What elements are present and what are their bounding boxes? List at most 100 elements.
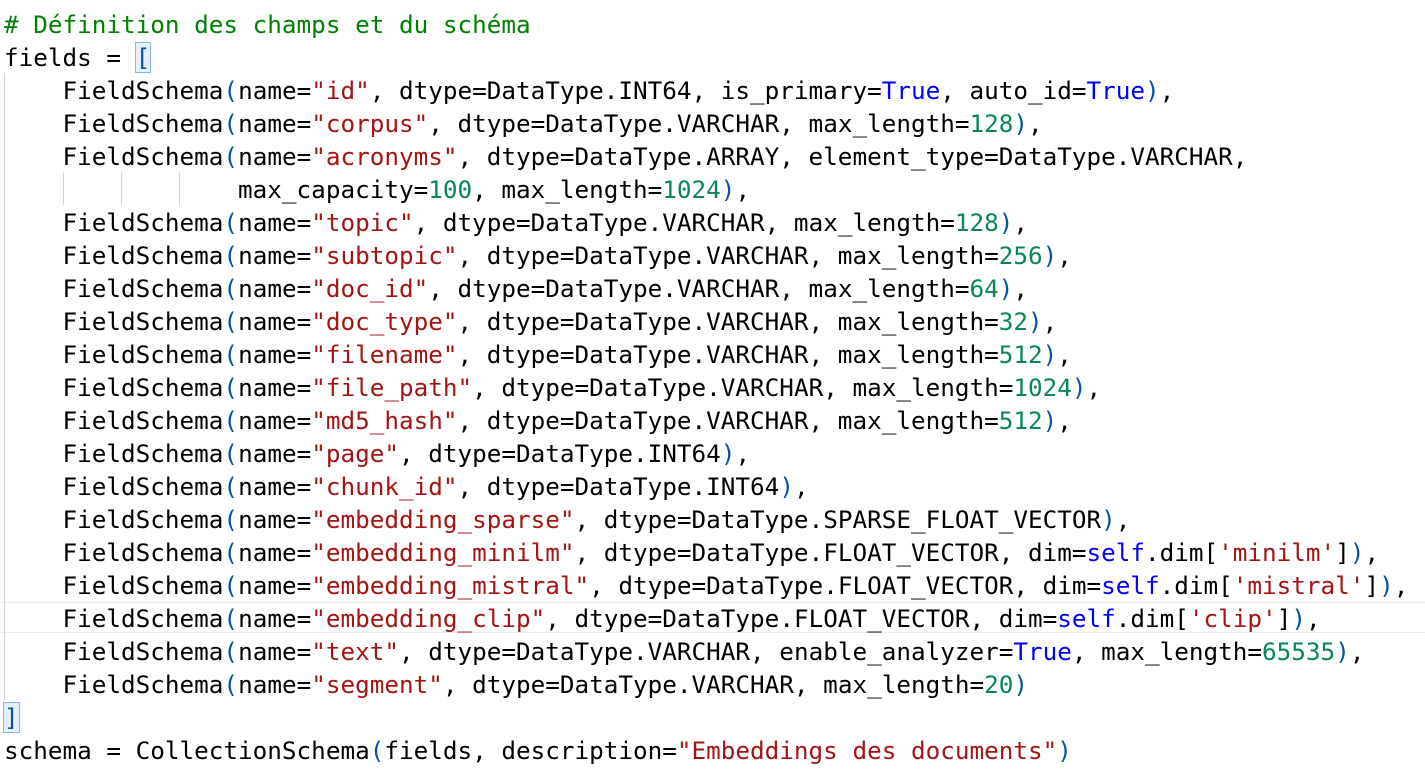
code-token: .dim[ — [1145, 538, 1219, 567]
code-token: ( — [223, 76, 239, 105]
code-token: "doc_id" — [311, 274, 429, 303]
code-token: ( — [223, 241, 239, 270]
code-token: "chunk_id" — [311, 472, 458, 501]
code-token: , — [1086, 373, 1102, 402]
code-token: ( — [223, 571, 239, 600]
code-token: ) — [1379, 571, 1394, 600]
code-token: , dtype=DataType.VARCHAR, max_length= — [457, 406, 999, 435]
code-token: FieldSchema — [4, 406, 224, 435]
code-token: FieldSchema — [4, 637, 224, 666]
code-token: True — [881, 76, 941, 105]
code-line: FieldSchema(name="md5_hash", dtype=DataT… — [4, 404, 1072, 437]
code-token: ) — [720, 439, 736, 468]
code-token: "subtopic" — [311, 241, 458, 270]
code-token: FieldSchema — [4, 307, 224, 336]
matched-bracket: [ — [134, 42, 152, 73]
code-token: FieldSchema — [4, 373, 224, 402]
code-token: "file_path" — [311, 373, 473, 402]
code-token: FieldSchema — [4, 472, 224, 501]
code-line: FieldSchema(name="text", dtype=DataType.… — [4, 635, 1365, 668]
code-token: , dtype=DataType.FLOAT_VECTOR, dim= — [545, 604, 1058, 633]
code-token: ) — [1013, 109, 1029, 138]
code-token: , — [1305, 604, 1321, 633]
code-token: ] — [1276, 604, 1292, 633]
code-token: 128 — [969, 109, 1014, 138]
code-token: , dtype=DataType.VARCHAR, max_length= — [413, 208, 955, 237]
code-token: ) — [1042, 340, 1058, 369]
code-token: FieldSchema — [4, 439, 224, 468]
code-token: "md5_hash" — [311, 406, 458, 435]
code-token: name= — [238, 373, 312, 402]
code-token: "embedding_clip" — [311, 604, 546, 633]
matched-bracket: ] — [3, 702, 20, 733]
code-token: name= — [238, 76, 312, 105]
code-token: , — [1393, 571, 1409, 600]
code-token: ( — [223, 307, 239, 336]
code-token: name= — [238, 670, 312, 699]
code-token: name= — [238, 274, 312, 303]
code-line: FieldSchema(name="filename", dtype=DataT… — [4, 338, 1072, 371]
code-token: # Définition des champs et du schéma — [4, 10, 531, 39]
code-editor[interactable]: # Définition des champs et du schéma fiel… — [0, 0, 1425, 772]
code-token: name= — [238, 307, 312, 336]
code-token: , — [1057, 241, 1072, 270]
code-token: ) — [998, 274, 1014, 303]
code-token: max_capacity= — [4, 175, 429, 204]
code-line: FieldSchema(name="embedding_clip", dtype… — [4, 602, 1321, 635]
code-token: 20 — [984, 670, 1014, 699]
code-token: , dtype=DataType.VARCHAR, max_length= — [472, 373, 1014, 402]
code-token: 512 — [998, 340, 1043, 369]
code-token: 100 — [428, 175, 473, 204]
code-token: FieldSchema — [4, 241, 224, 270]
code-token: self — [1101, 571, 1160, 600]
code-token: name= — [238, 340, 312, 369]
code-token: , dtype=DataType.FLOAT_VECTOR, dim= — [589, 571, 1102, 600]
code-token: ( — [223, 373, 239, 402]
code-token: name= — [238, 505, 312, 534]
code-token: FieldSchema — [4, 274, 224, 303]
code-token: ) — [1013, 670, 1029, 699]
code-token: ) — [1057, 736, 1072, 765]
code-token: , max_length= — [1071, 637, 1263, 666]
code-line: max_capacity=100, max_length=1024), — [4, 173, 750, 206]
code-token: name= — [238, 208, 312, 237]
code-token: FieldSchema — [4, 538, 224, 567]
code-token: 1024 — [1013, 373, 1072, 402]
code-token: , dtype=DataType.VARCHAR, enable_analyze… — [398, 637, 1014, 666]
code-token: ) — [779, 472, 794, 501]
code-token: "Embeddings des documents" — [676, 736, 1058, 765]
code-line: FieldSchema(name="chunk_id", dtype=DataT… — [4, 470, 809, 503]
code-line: FieldSchema(name="doc_id", dtype=DataTyp… — [4, 272, 1029, 305]
code-token: ] — [1335, 538, 1350, 567]
code-token: , — [735, 175, 751, 204]
code-token: FieldSchema — [4, 76, 224, 105]
code-token: "text" — [311, 637, 399, 666]
code-token: , — [793, 472, 809, 501]
code-token: ) — [720, 175, 736, 204]
code-token: ) — [1291, 604, 1306, 633]
code-token: ) — [1335, 637, 1350, 666]
code-token: "embedding_mistral" — [311, 571, 590, 600]
code-token: , — [1042, 307, 1058, 336]
code-token: FieldSchema — [4, 142, 224, 171]
code-token: , dtype=DataType.FLOAT_VECTOR, dim= — [574, 538, 1087, 567]
code-token: , — [1364, 538, 1380, 567]
code-token: , dtype=DataType.INT64, is_primary= — [369, 76, 882, 105]
code-token: "id" — [311, 76, 370, 105]
code-token: , dtype=DataType.SPARSE_FLOAT_VECTOR — [574, 505, 1102, 534]
code-token: 256 — [998, 241, 1043, 270]
code-token: 'minilm' — [1218, 538, 1336, 567]
code-line: FieldSchema(name="acronyms", dtype=DataT… — [4, 140, 1248, 173]
code-token: , dtype=DataType.INT64 — [457, 472, 780, 501]
code-token: , — [1349, 637, 1365, 666]
code-line: ] — [3, 701, 20, 734]
code-token: ) — [1071, 373, 1087, 402]
code-token: True — [1086, 76, 1146, 105]
code-token: , — [1115, 505, 1131, 534]
code-line: FieldSchema(name="topic", dtype=DataType… — [4, 206, 1029, 239]
code-token: ( — [223, 670, 239, 699]
code-token: "segment" — [311, 670, 443, 699]
code-token: ( — [223, 604, 239, 633]
code-token: ) — [1028, 307, 1043, 336]
code-token: "doc_type" — [311, 307, 458, 336]
